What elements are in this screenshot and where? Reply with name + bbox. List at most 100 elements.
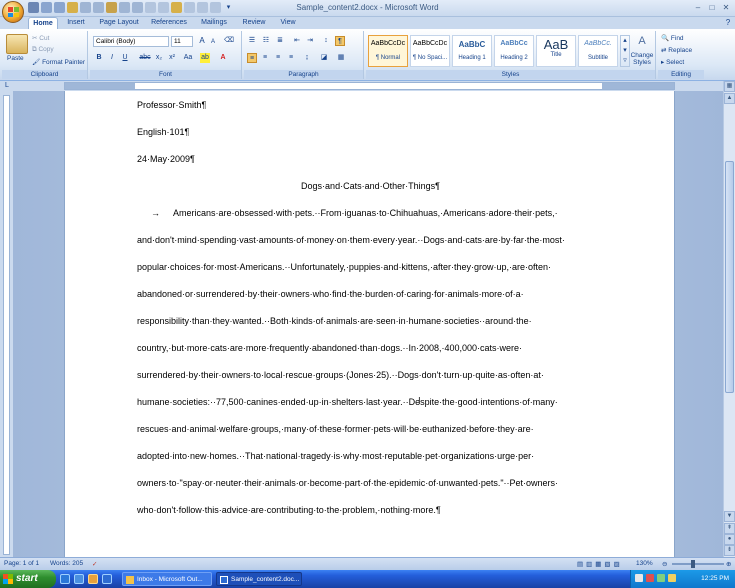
shading-icon[interactable]: ◪: [319, 53, 329, 63]
bold-button[interactable]: B: [94, 53, 104, 63]
highlight-icon[interactable]: ab: [200, 53, 210, 63]
maximize-button[interactable]: □: [706, 2, 718, 13]
tab-insert[interactable]: Insert: [62, 17, 90, 29]
security-icon[interactable]: [646, 574, 654, 582]
word-count[interactable]: Words: 205: [50, 560, 83, 567]
align-right-icon[interactable]: ≡: [273, 53, 283, 63]
align-left-icon[interactable]: ≡: [247, 53, 257, 63]
close-button[interactable]: ✕: [720, 2, 732, 13]
start-button[interactable]: start: [0, 570, 56, 588]
scroll-down-arrow-icon[interactable]: ▼: [724, 511, 735, 522]
page-count[interactable]: Page: 1 of 1: [4, 560, 39, 567]
subscript-button[interactable]: x₂: [154, 53, 164, 63]
change-case-button[interactable]: Aa: [182, 53, 194, 63]
scrollbar-thumb[interactable]: [725, 161, 734, 393]
document-page[interactable]: Professor·Smith¶ English·101¶ 24·May·200…: [64, 91, 675, 557]
paste-button[interactable]: Paste: [7, 55, 24, 62]
font-size-select[interactable]: 11: [171, 36, 193, 47]
tab-mailings[interactable]: Mailings: [196, 17, 232, 29]
task-inbox[interactable]: Inbox - Microsoft Out...: [122, 572, 212, 586]
browse-object-icon[interactable]: ●: [724, 534, 735, 545]
increase-indent-icon[interactable]: ⇥: [305, 36, 315, 46]
decrease-indent-icon[interactable]: ⇤: [292, 36, 302, 46]
style-title[interactable]: AaB Title: [536, 35, 576, 67]
title-bar: ▾ Sample_content2.docx - Microsoft Word …: [0, 0, 735, 23]
sort-icon[interactable]: ↕: [321, 36, 331, 46]
clock[interactable]: 12:25 PM: [701, 575, 729, 582]
select-button[interactable]: ▸ Select: [661, 58, 684, 66]
help-icon[interactable]: ?: [722, 17, 734, 29]
next-page-icon[interactable]: ⇟: [724, 545, 735, 556]
find-button[interactable]: 🔍 Find: [661, 34, 684, 42]
borders-icon[interactable]: ▦: [336, 53, 346, 63]
vertical-ruler-track[interactable]: [3, 95, 10, 555]
horizontal-ruler[interactable]: [64, 82, 675, 90]
start-label: start: [16, 573, 38, 584]
line-spacing-icon[interactable]: ↨: [302, 53, 312, 63]
tab-references[interactable]: References: [148, 17, 190, 29]
ie-icon[interactable]: [60, 574, 70, 584]
antivirus-icon[interactable]: [657, 574, 665, 582]
align-center-icon[interactable]: ≡: [260, 53, 270, 63]
superscript-button[interactable]: x²: [167, 53, 177, 63]
word-icon[interactable]: [102, 574, 112, 584]
show-hide-button[interactable]: ¶: [335, 36, 345, 46]
replace-button[interactable]: ⇄ Replace: [661, 46, 692, 54]
grow-font-button[interactable]: A: [197, 36, 207, 46]
cut-button[interactable]: ✂ Cut: [32, 34, 49, 42]
doc-line: 24·May·2009¶: [137, 154, 195, 164]
bullets-icon[interactable]: ☰: [247, 36, 257, 46]
task-word-document[interactable]: Sample_content2.doc...: [216, 572, 302, 586]
view-buttons-icon[interactable]: ▤▥▦▧▨: [577, 560, 623, 568]
style-no-spacing[interactable]: AaBbCcDc ¶ No Spaci...: [410, 35, 450, 67]
group-label-styles: Styles: [366, 70, 655, 79]
copy-button[interactable]: ⧉ Copy: [32, 46, 54, 54]
previous-page-icon[interactable]: ⇞: [724, 523, 735, 534]
justify-icon[interactable]: ≡: [286, 53, 296, 63]
underline-button[interactable]: U: [120, 53, 130, 63]
paste-icon[interactable]: [6, 34, 28, 54]
tab-selector-icon[interactable]: L: [2, 81, 12, 91]
minimize-button[interactable]: –: [692, 2, 704, 13]
style-normal[interactable]: AaBbCcDc ¶ Normal: [368, 35, 408, 67]
show-desktop-icon[interactable]: [74, 574, 84, 584]
outlook-icon[interactable]: [88, 574, 98, 584]
strikethrough-button[interactable]: abc: [138, 53, 152, 63]
font-family-select[interactable]: Calibri (Body): [93, 36, 169, 47]
numbering-icon[interactable]: ☷: [261, 36, 271, 46]
tab-home[interactable]: Home: [28, 17, 58, 29]
multilevel-list-icon[interactable]: ≣: [275, 36, 285, 46]
tray-icons: [635, 574, 676, 582]
taskbar: start Inbox - Microsoft Out... Sample_co…: [0, 570, 735, 588]
volume-icon[interactable]: [668, 574, 676, 582]
zoom-level[interactable]: 130%: [636, 560, 653, 567]
copy-label: Copy: [38, 46, 54, 53]
style-sample: AaBbCcDc: [412, 40, 448, 47]
style-subtitle[interactable]: AaBbCc. Subtitle: [578, 35, 618, 67]
doc-line: Professor·Smith¶: [137, 100, 207, 110]
doc-line: abandoned·or·surrendered·by·their·owners…: [137, 289, 524, 299]
ruler-toggle-icon[interactable]: ▦: [724, 81, 735, 92]
scroll-up-arrow-icon[interactable]: ▲: [724, 93, 735, 104]
shrink-font-button[interactable]: A: [208, 37, 218, 47]
zoom-in-icon[interactable]: ⊕: [726, 560, 731, 568]
style-heading-1[interactable]: AaBbC Heading 1: [452, 35, 492, 67]
change-styles-button[interactable]: Change Styles: [628, 52, 656, 66]
tab-review[interactable]: Review: [238, 17, 270, 29]
italic-button[interactable]: I: [107, 53, 117, 63]
tab-page-layout[interactable]: Page Layout: [96, 17, 142, 29]
format-painter-button[interactable]: 🖌 Format Painter: [32, 58, 85, 66]
zoom-slider-knob[interactable]: [691, 560, 695, 568]
office-button[interactable]: [2, 1, 24, 23]
tab-view[interactable]: View: [274, 17, 302, 29]
zoom-slider[interactable]: [672, 563, 724, 565]
style-heading-2[interactable]: AaBbCc Heading 2: [494, 35, 534, 67]
clear-format-icon[interactable]: ⌫: [224, 36, 234, 46]
doc-title-line: Dogs·and·Cats·and·Other·Things¶: [301, 181, 440, 191]
vertical-scrollbar[interactable]: ▦ ▲ ▼ ⇞ ● ⇟: [723, 81, 735, 557]
change-styles-icon[interactable]: A: [630, 35, 654, 49]
font-color-icon[interactable]: A: [218, 53, 228, 63]
proofing-icon[interactable]: ✓: [92, 560, 97, 568]
zoom-out-icon[interactable]: ⊖: [662, 560, 667, 568]
network-icon[interactable]: [635, 574, 643, 582]
